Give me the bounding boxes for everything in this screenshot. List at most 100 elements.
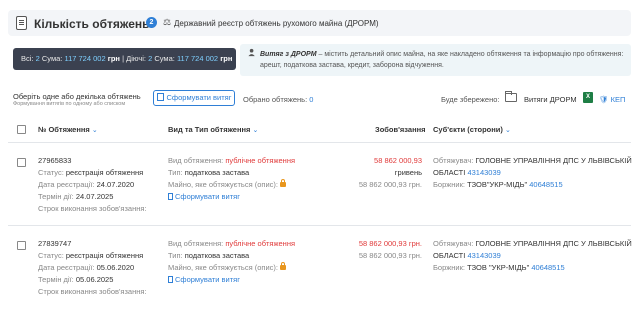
selected-value: 0 xyxy=(309,95,314,104)
count-badge: 2 xyxy=(146,17,157,28)
type-cell: Вид обтяження: публічне обтяження Тип: п… xyxy=(168,238,295,286)
term-label: Термін дії: xyxy=(38,275,74,284)
obligation-cell: 58 862 000,93 гривень 58 862 000,93 грн. xyxy=(352,155,422,191)
user-document-icon xyxy=(248,48,255,57)
row-divider xyxy=(8,225,631,226)
column-obligation: Зобов'язання xyxy=(375,125,426,134)
folder-icon[interactable] xyxy=(505,91,517,102)
folder-label[interactable]: Витяги ДРОРМ xyxy=(524,95,577,104)
chevron-down-icon: ⌄ xyxy=(505,127,511,134)
info-text: Витяг з ДРОРМ – містить детальний опис м… xyxy=(260,49,628,71)
totals-bar: Всі: 2 Сума: 117 724 002 грн | Діючі: 2 … xyxy=(13,48,236,70)
amount-equivalent: 58 862 000,93 грн. xyxy=(358,180,422,189)
sum-label: Сума: xyxy=(41,54,63,63)
kind-label: Вид обтяження: xyxy=(168,156,224,165)
subjects-cell: Обтяжувач: ГОЛОВНЕ УПРАВЛІННЯ ДПС У ЛЬВІ… xyxy=(433,238,632,274)
type-label: Тип: xyxy=(168,251,183,260)
all-count: 2 xyxy=(35,54,40,63)
subjects-cell: Обтяжувач: ГОЛОВНЕ УПРАВЛІННЯ ДПС У ЛЬВІ… xyxy=(433,155,632,191)
selected-count: Обрано обтяжень: 0 xyxy=(243,95,313,104)
encumbrance-number: 27965833 xyxy=(38,156,72,165)
form-extract-link-label: Сформувати витяг xyxy=(175,275,240,284)
column-number-label: № Обтяження xyxy=(38,125,90,134)
reg-date-value: 24.07.2020 xyxy=(96,180,135,189)
kind-value: публічне обтяження xyxy=(225,156,296,165)
term-value: 05.06.2025 xyxy=(75,275,114,284)
document-icon xyxy=(168,193,173,200)
sum-label-2: Сума: xyxy=(154,54,175,63)
form-extract-label: Сформувати витяг xyxy=(166,93,232,102)
form-extract-button[interactable]: Сформувати витяг xyxy=(153,90,235,106)
debtor-label: Боржник: xyxy=(433,263,465,272)
select-label: Оберіть одне або декілька обтяжень xyxy=(13,92,141,101)
row-checkbox[interactable] xyxy=(17,241,26,250)
amount: 58 862 000,93 xyxy=(374,156,422,165)
amount: 58 862 000,93 грн. xyxy=(358,239,422,248)
excel-icon[interactable]: X xyxy=(583,92,593,103)
registry-icon: ⚖ xyxy=(163,17,172,27)
column-subjects[interactable]: Суб'єкти (сторони) ⌄ xyxy=(433,125,511,134)
separator: | xyxy=(122,54,125,63)
header-divider xyxy=(8,142,631,143)
column-number[interactable]: № Обтяження ⌄ xyxy=(38,125,98,134)
form-extract-link[interactable]: Сформувати витяг xyxy=(168,274,295,286)
column-type-label: Вид та Тип обтяження xyxy=(168,125,251,134)
kep-icon: 🛡 xyxy=(599,95,609,104)
term-value: 24.07.2025 xyxy=(75,192,114,201)
status-value: реєстрація обтяження xyxy=(65,168,144,177)
status-label: Статус: xyxy=(38,168,64,177)
kep-label: КЕП xyxy=(610,95,626,104)
reg-date-value: 05.06.2020 xyxy=(96,263,135,272)
debtor-code[interactable]: 40648515 xyxy=(529,180,562,189)
header-bar: Кількість обтяжень: 2 ⚖ Державний реєстр… xyxy=(8,10,631,36)
currency: грн xyxy=(107,54,120,63)
select-all-checkbox[interactable] xyxy=(17,125,26,134)
all-sum: 117 724 002 xyxy=(64,54,106,63)
amount-currency: гривень xyxy=(394,168,422,177)
obligation-cell: 58 862 000,93 грн. 58 862 000,93 грн. xyxy=(342,238,422,262)
chevron-down-icon: ⌄ xyxy=(91,127,98,134)
active-count: 2 xyxy=(148,54,153,63)
term-label: Термін дії: xyxy=(38,192,74,201)
debtor-name: ТЗОВ "УКР-МІДЬ" xyxy=(467,263,530,272)
type-label: Тип: xyxy=(168,168,183,177)
debtor-label: Боржник: xyxy=(433,180,465,189)
creditor-name-cont: ОБЛАСТІ xyxy=(433,168,466,177)
property-label: Майно, яке обтяжується (опис): xyxy=(168,263,278,272)
deadline-label: Строк виконання зобов'язання: xyxy=(38,287,147,296)
currency-2: грн xyxy=(220,54,233,63)
type-cell: Вид обтяження: публічне обтяження Тип: п… xyxy=(168,155,295,203)
active-sum: 117 724 002 xyxy=(176,54,219,63)
row-checkbox[interactable] xyxy=(17,158,26,167)
active-label: Діючі: xyxy=(126,54,146,63)
kind-label: Вид обтяження: xyxy=(168,239,224,248)
creditor-code[interactable]: 43143039 xyxy=(467,251,500,260)
form-extract-link[interactable]: Сформувати витяг xyxy=(168,191,295,203)
creditor-code[interactable]: 43143039 xyxy=(467,168,500,177)
save-label: Буде збережено: xyxy=(441,95,500,104)
document-icon xyxy=(168,276,173,283)
creditor-label: Обтяжувач: xyxy=(433,156,474,165)
debtor-code[interactable]: 40648515 xyxy=(531,263,564,272)
document-icon xyxy=(16,16,27,30)
reg-date-label: Дата реєстрації: xyxy=(38,180,95,189)
select-sublabel: Формування витягів по одному або списком xyxy=(13,101,126,107)
info-title: Витяг з ДРОРМ xyxy=(260,51,317,58)
debtor-name: ТЗОВ"УКР-МІДЬ" xyxy=(467,180,528,189)
column-type[interactable]: Вид та Тип обтяження ⌄ xyxy=(168,125,258,134)
amount-equivalent: 58 862 000,93 грн. xyxy=(358,251,422,260)
kep-link[interactable]: 🛡 КЕП xyxy=(599,95,625,104)
page-title: Кількість обтяжень: xyxy=(34,17,154,31)
status-value: реєстрація обтяження xyxy=(65,251,144,260)
table-row: 27965833 Статус: реєстрація обтяження Да… xyxy=(38,155,147,215)
table-row: 27839747 Статус: реєстрація обтяження Да… xyxy=(38,238,147,298)
status-label: Статус: xyxy=(38,251,64,260)
reg-date-label: Дата реєстрації: xyxy=(38,263,95,272)
all-label: Всі: xyxy=(21,54,34,63)
info-box: Витяг з ДРОРМ – містить детальний опис м… xyxy=(240,44,631,76)
creditor-name: ГОЛОВНЕ УПРАВЛІННЯ ДПС У ЛЬВІВСЬКІЙ xyxy=(475,239,632,248)
creditor-label: Обтяжувач: xyxy=(433,239,474,248)
property-label: Майно, яке обтяжується (опис): xyxy=(168,180,278,189)
deadline-label: Строк виконання зобов'язання: xyxy=(38,204,147,213)
lock-icon xyxy=(279,179,286,187)
